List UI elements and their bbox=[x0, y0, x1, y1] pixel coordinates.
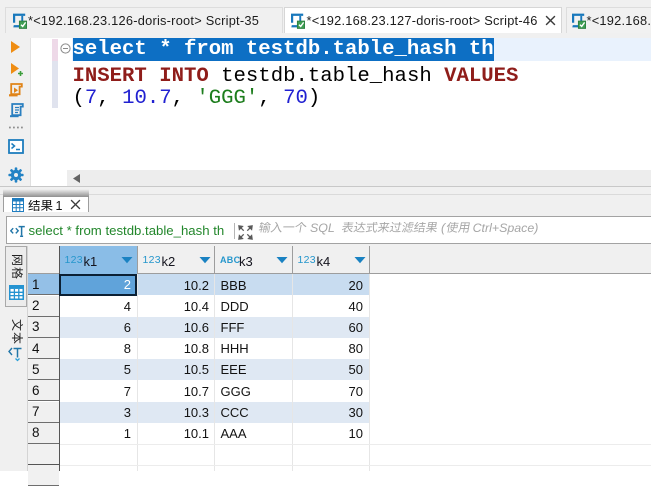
svg-text:SQL: SQL bbox=[310, 222, 335, 235]
svg-text:Ctrl+Space): Ctrl+Space) bbox=[473, 222, 539, 235]
svg-text:(: ( bbox=[441, 222, 447, 235]
